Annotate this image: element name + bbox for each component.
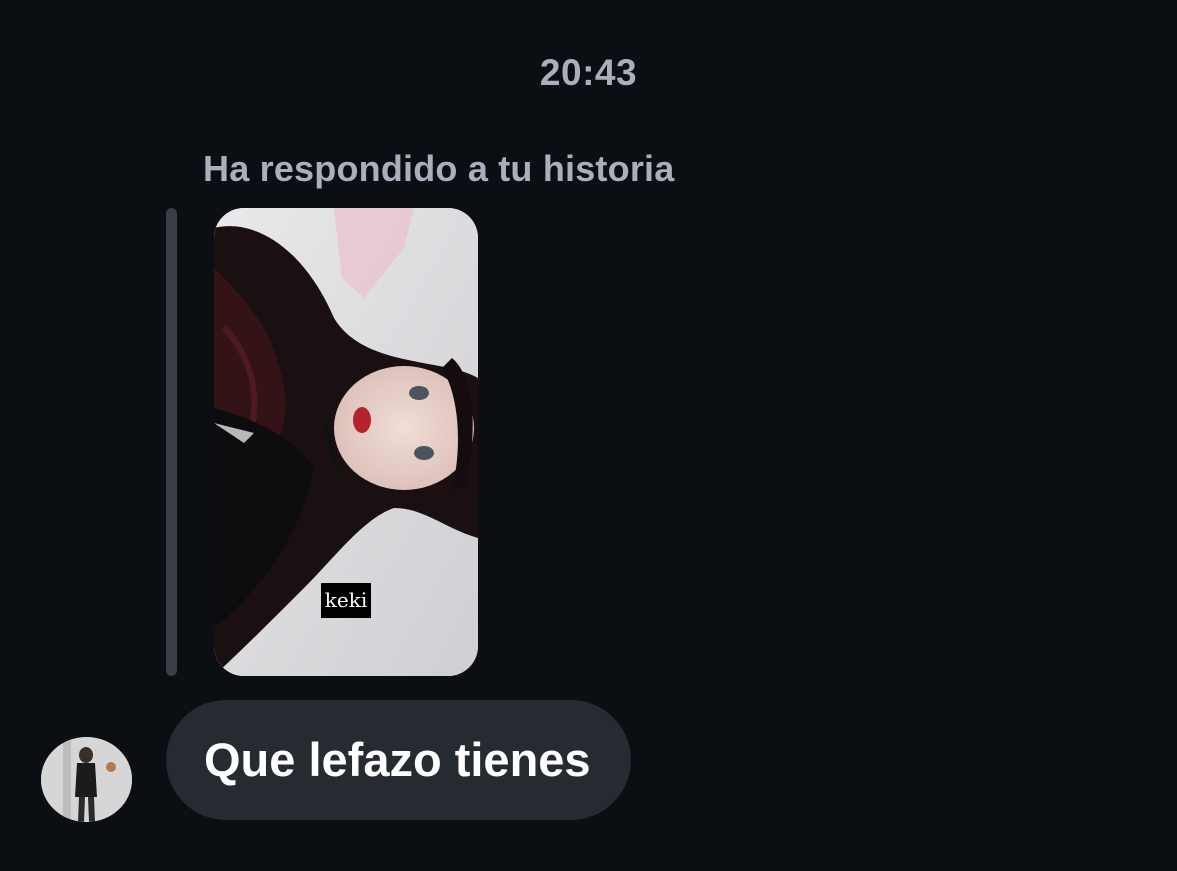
story-text-sticker: keki <box>321 583 371 618</box>
reply-indicator-bar <box>166 208 177 676</box>
avatar-photo <box>41 737 132 822</box>
chat-screen: 20:43 Ha respondido a tu historia keki Q… <box>0 0 1177 871</box>
story-reply-note: Ha respondido a tu historia <box>203 148 675 189</box>
message-text: Que lefazo tienes <box>204 733 591 786</box>
story-thumbnail[interactable]: keki <box>214 208 478 676</box>
message-timestamp: 20:43 <box>539 52 638 93</box>
sender-avatar[interactable] <box>41 737 132 822</box>
message-bubble[interactable]: Que lefazo tienes <box>166 700 631 820</box>
